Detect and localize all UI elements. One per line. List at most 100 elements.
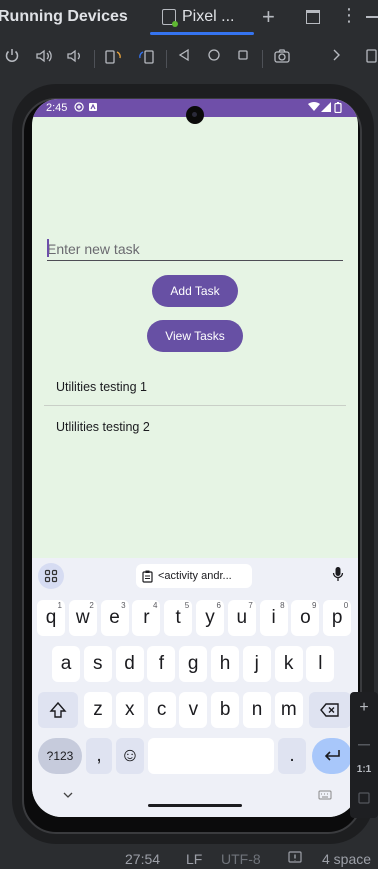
toolbar-divider [94, 50, 95, 68]
key-d[interactable]: d [115, 646, 144, 682]
signal-icon [321, 102, 331, 115]
key-e[interactable]: e3 [100, 600, 129, 636]
zoom-out-button[interactable] [350, 726, 378, 754]
volume-up-icon[interactable] [34, 48, 54, 68]
key-p[interactable]: p0 [323, 600, 352, 636]
task-list-item[interactable]: Utilities testing 1 [56, 380, 147, 394]
tool-window-title: Running Devices [0, 8, 128, 25]
minimize-icon[interactable] [366, 16, 378, 18]
key-label: w [75, 607, 90, 628]
data-saver-icon [74, 102, 84, 115]
device-screen[interactable]: 2:45 Add Task View Tasks Utilities testi… [32, 99, 358, 817]
space-key[interactable] [148, 738, 274, 774]
gesture-navigation-handle[interactable] [148, 804, 242, 807]
key-hint: 3 [121, 601, 126, 610]
rotate-left-icon[interactable] [104, 48, 124, 68]
chevron-right-icon[interactable] [326, 48, 346, 68]
actual-size-button[interactable]: 1:1 [350, 756, 378, 784]
key-hint: 5 [184, 601, 190, 610]
key-n[interactable]: n [243, 692, 271, 728]
key-c[interactable]: c [147, 692, 176, 728]
key-label: r [143, 607, 150, 628]
shift-icon [49, 701, 67, 718]
microphone-icon[interactable] [332, 566, 344, 585]
maximize-icon[interactable] [306, 10, 320, 24]
clipboard-suggestion[interactable]: <activity andr... [136, 564, 252, 588]
screenshot-icon[interactable] [272, 48, 292, 68]
key-hint: 2 [89, 601, 94, 610]
new-task-input[interactable] [47, 237, 343, 261]
toolbar-divider [262, 50, 263, 68]
add-tab-button[interactable]: + [262, 4, 275, 30]
device-mirror-icon[interactable] [362, 48, 378, 68]
front-camera [186, 106, 204, 124]
key-j[interactable]: j [242, 646, 271, 682]
view-tasks-button[interactable]: View Tasks [147, 320, 243, 352]
key-s[interactable]: s [83, 646, 112, 682]
key-w[interactable]: w2 [68, 600, 97, 636]
key-l[interactable]: l [306, 646, 335, 682]
backspace-icon [320, 703, 339, 717]
key-label: e [109, 607, 120, 628]
home-icon[interactable] [204, 48, 224, 68]
soft-keyboard: <activity andr... ?123 , ☺ . q 1 w 2 e 3… [32, 558, 358, 817]
key-m[interactable]: m [274, 692, 303, 728]
wifi-icon [308, 102, 320, 115]
line-ending[interactable]: LF [186, 851, 202, 867]
overview-icon[interactable] [233, 48, 253, 68]
key-v[interactable]: v [179, 692, 208, 728]
keyboard-switch-icon[interactable] [318, 790, 332, 803]
key-label: u [236, 607, 248, 628]
key-b[interactable]: b [211, 692, 240, 728]
file-encoding[interactable]: UTF-8 [221, 851, 261, 867]
hide-keyboard-icon[interactable] [62, 788, 74, 802]
key-r[interactable]: r4 [132, 600, 161, 636]
keyboard-suggestion-strip: <activity andr... [32, 558, 358, 594]
key-y[interactable]: y6 [196, 600, 224, 636]
key-i[interactable]: i8 [259, 600, 288, 636]
key-t[interactable]: t5 [164, 600, 193, 636]
keyboard-apps-icon[interactable] [38, 563, 64, 589]
shift-key[interactable] [38, 692, 78, 728]
zoom-in-button[interactable]: + [350, 694, 378, 722]
key-f[interactable]: f [147, 646, 176, 682]
key-label: o [300, 607, 311, 628]
indent-setting[interactable]: 4 space [322, 851, 371, 867]
enter-icon [324, 750, 340, 761]
key-a[interactable]: a [52, 646, 80, 682]
tab-label: Pixel ... [182, 8, 235, 25]
key-hint: 6 [216, 601, 221, 610]
clipboard-icon [142, 570, 153, 583]
emoji-key[interactable]: ☺ [116, 738, 144, 774]
add-task-button[interactable]: Add Task [152, 275, 238, 307]
key-hint: 9 [311, 601, 317, 610]
key-q[interactable]: q1 [37, 600, 65, 636]
fit-screen-icon[interactable] [350, 786, 378, 814]
key-k[interactable]: k [274, 646, 303, 682]
rotate-right-icon[interactable] [136, 48, 156, 68]
volume-down-icon[interactable] [64, 48, 84, 68]
task-list-item[interactable]: Utlilities testing 2 [56, 420, 150, 434]
warning-icon[interactable] [288, 851, 302, 868]
backspace-key[interactable] [309, 692, 351, 728]
tab-pixel-device[interactable]: Pixel ... [162, 0, 234, 34]
caret-position[interactable]: 27:54 [125, 851, 160, 867]
key-label: i [271, 607, 276, 628]
period-key[interactable]: . [278, 738, 306, 774]
back-icon[interactable] [174, 48, 194, 68]
battery-icon [334, 102, 342, 116]
key-z[interactable]: z [84, 692, 112, 728]
power-icon[interactable] [2, 48, 22, 68]
key-g[interactable]: g [179, 646, 208, 682]
enter-key[interactable] [312, 738, 352, 774]
key-x[interactable]: x [115, 692, 144, 728]
text-cursor [47, 239, 49, 257]
key-hint: 0 [343, 601, 349, 610]
symbols-key[interactable]: ?123 [38, 738, 82, 774]
key-u[interactable]: u7 [227, 600, 256, 636]
comma-key[interactable]: , [86, 738, 112, 774]
key-label: t [175, 607, 181, 628]
key-h[interactable]: h [211, 646, 239, 682]
more-options-icon[interactable]: ⋮ [340, 5, 358, 26]
key-o[interactable]: o9 [291, 600, 320, 636]
